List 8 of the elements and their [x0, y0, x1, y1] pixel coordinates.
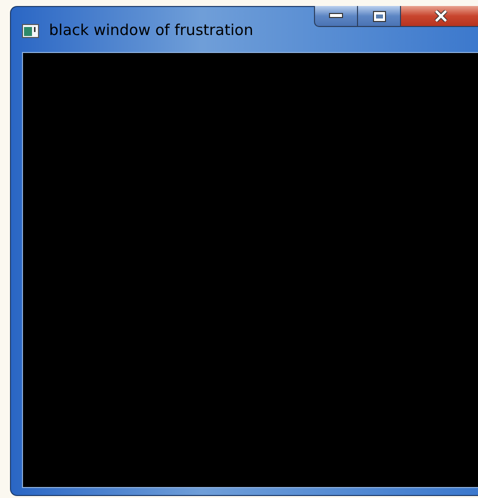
app-icon: [22, 24, 39, 38]
window-title: black window of frustration: [49, 21, 254, 39]
close-button[interactable]: [401, 6, 478, 27]
maximize-icon: [372, 10, 386, 22]
maximize-button[interactable]: [358, 6, 401, 27]
close-icon: [434, 10, 448, 22]
minimize-icon: [329, 13, 343, 19]
minimize-button[interactable]: [314, 6, 358, 27]
